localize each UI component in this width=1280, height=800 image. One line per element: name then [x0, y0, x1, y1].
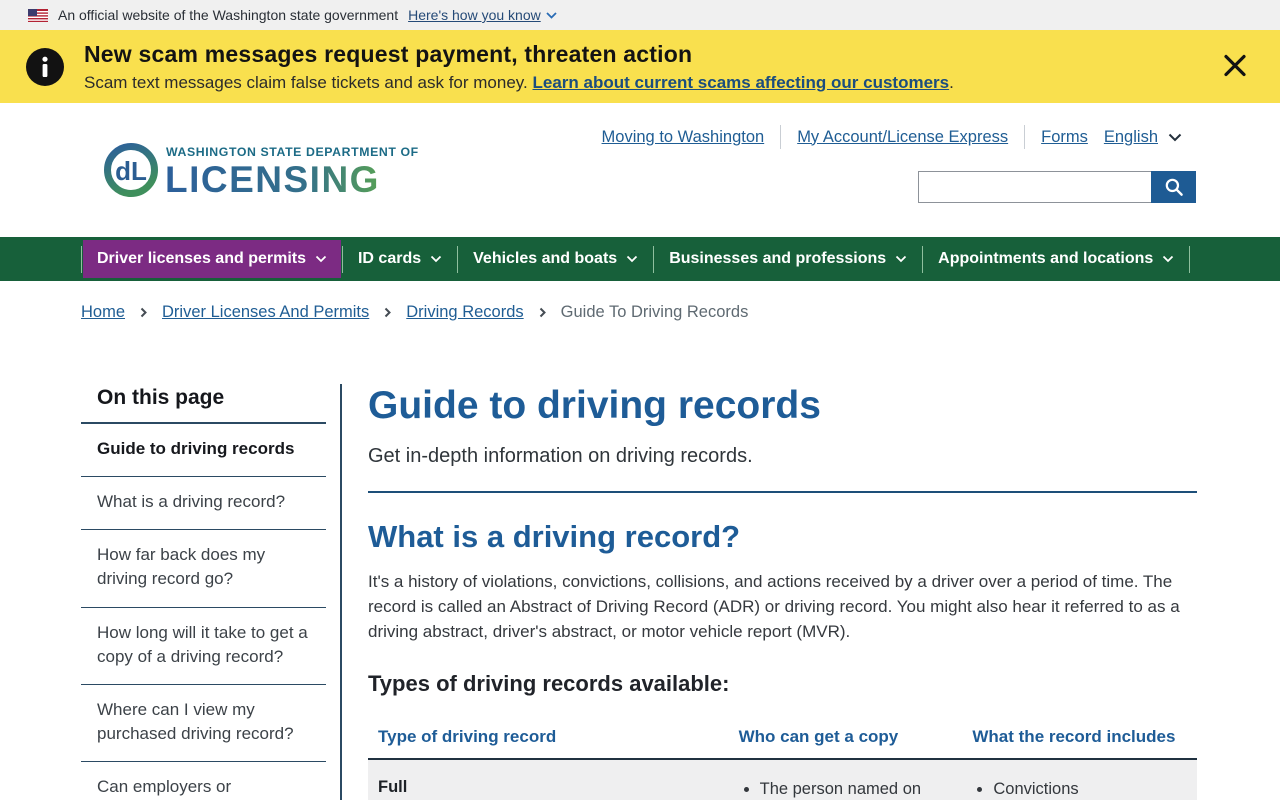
sidebar-title: On this page [81, 384, 326, 424]
search-input[interactable] [918, 171, 1151, 203]
scam-info-link[interactable]: Learn about current scams affecting our … [532, 73, 949, 92]
language-selector[interactable]: English [1104, 128, 1182, 147]
my-account-link[interactable]: My Account/License Express [797, 128, 1008, 147]
sidebar-item-employers[interactable]: Can employers or insurance companies tel… [81, 762, 326, 800]
divider [653, 245, 655, 273]
chevron-down-icon [315, 255, 327, 263]
alert-message: Scam text messages claim false tickets a… [84, 72, 954, 92]
us-flag-icon [28, 8, 48, 22]
sidebar-item-what-is[interactable]: What is a driving record? [81, 477, 326, 531]
record-type-title: Full [378, 777, 408, 796]
divider [780, 125, 782, 149]
alert-banner: New scam messages request payment, threa… [0, 30, 1280, 103]
nav-vehicles-boats[interactable]: Vehicles and boats [459, 240, 652, 278]
sidebar-item-where-view[interactable]: Where can I view my purchased driving re… [81, 685, 326, 762]
info-icon [26, 47, 64, 86]
alert-title: New scam messages request payment, threa… [84, 40, 693, 67]
page-content: On this page Guide to driving records Wh… [0, 342, 1280, 800]
site-search [918, 171, 1196, 203]
driving-records-table: Type of driving record Who can get a cop… [368, 720, 1197, 800]
main-content: Guide to driving records Get in-depth in… [368, 384, 1197, 800]
nav-id-cards[interactable]: ID cards [344, 240, 456, 278]
breadcrumb-current: Guide To Driving Records [560, 303, 749, 321]
forms-link[interactable]: Forms [1041, 128, 1088, 147]
divider [368, 491, 1197, 493]
on-this-page-nav: On this page Guide to driving records Wh… [81, 384, 342, 800]
column-type[interactable]: Type of driving record [368, 720, 729, 760]
official-website-text: An official website of the Washington st… [58, 7, 399, 23]
nav-appointments-locations[interactable]: Appointments and locations [924, 240, 1188, 278]
chevron-right-icon [539, 307, 546, 318]
sidebar-item-guide[interactable]: Guide to driving records [81, 424, 326, 478]
header-utility-nav: Moving to Washington My Account/License … [602, 125, 1182, 149]
sidebar-item-how-far-back[interactable]: How far back does my driving record go? [81, 530, 326, 608]
sidebar-item-how-long[interactable]: How long will it take to get a copy of a… [81, 608, 326, 685]
chevron-down-icon [895, 255, 907, 263]
divider [1189, 245, 1191, 273]
chevron-right-icon [140, 307, 147, 318]
divider [81, 245, 82, 273]
column-includes[interactable]: What the record includes [962, 720, 1197, 760]
moving-to-washington-link[interactable]: Moving to Washington [602, 128, 765, 147]
chevron-down-icon [546, 11, 557, 19]
primary-nav: Driver licenses and permits ID cards Veh… [0, 237, 1280, 281]
divider [341, 245, 343, 273]
section-heading: What is a driving record? [368, 519, 741, 554]
cell-who: The person named on the driving record A… [729, 759, 963, 800]
divider [922, 245, 924, 273]
nav-businesses-professions[interactable]: Businesses and professions [655, 240, 921, 278]
official-gov-bar: An official website of the Washington st… [0, 0, 1280, 30]
logo-line2: LICENSING [165, 159, 380, 200]
chevron-right-icon [384, 307, 392, 318]
page-title: Guide to driving records [368, 384, 821, 427]
chevron-down-icon [1168, 133, 1182, 142]
nav-driver-licenses[interactable]: Driver licenses and permits [83, 240, 341, 278]
chevron-down-icon [1162, 255, 1174, 263]
divider [1024, 125, 1026, 149]
cell-includes: Convictions Violations Collisions [962, 759, 1197, 800]
chevron-down-icon [430, 255, 442, 263]
breadcrumb-home[interactable]: Home [81, 303, 125, 322]
breadcrumb-driver-licenses[interactable]: Driver Licenses And Permits [162, 303, 369, 322]
list-item: The person named on the driving record [760, 778, 932, 800]
cell-type: Full Used for legal representation, driv… [368, 759, 729, 800]
chevron-down-icon [626, 255, 638, 263]
close-icon[interactable] [1216, 46, 1254, 87]
page-subtitle: Get in-depth information on driving reco… [368, 445, 753, 467]
list-item: Convictions [993, 778, 1183, 800]
site-header: dL WASHINGTON STATE DEPARTMENT OF LICENS… [0, 103, 1280, 237]
divider [457, 245, 459, 273]
logo-line1: WASHINGTON STATE DEPARTMENT OF [166, 145, 419, 159]
search-icon [1164, 177, 1184, 197]
language-link[interactable]: English [1104, 128, 1158, 147]
heres-how-you-know-link[interactable]: Here's how you know [408, 7, 557, 23]
table-header-row: Type of driving record Who can get a cop… [368, 720, 1197, 760]
table-row: Full Used for legal representation, driv… [368, 758, 1197, 800]
dol-logo[interactable]: dL WASHINGTON STATE DEPARTMENT OF LICENS… [103, 139, 423, 206]
column-who[interactable]: Who can get a copy [728, 720, 963, 760]
breadcrumb: Home Driver Licenses And Permits Driving… [0, 281, 1280, 342]
table-heading: Types of driving records available: [368, 670, 730, 696]
search-button[interactable] [1151, 171, 1196, 203]
logo-monogram: dL [115, 156, 147, 186]
breadcrumb-driving-records[interactable]: Driving Records [406, 303, 523, 322]
section-paragraph: It's a history of violations, conviction… [368, 572, 1180, 641]
